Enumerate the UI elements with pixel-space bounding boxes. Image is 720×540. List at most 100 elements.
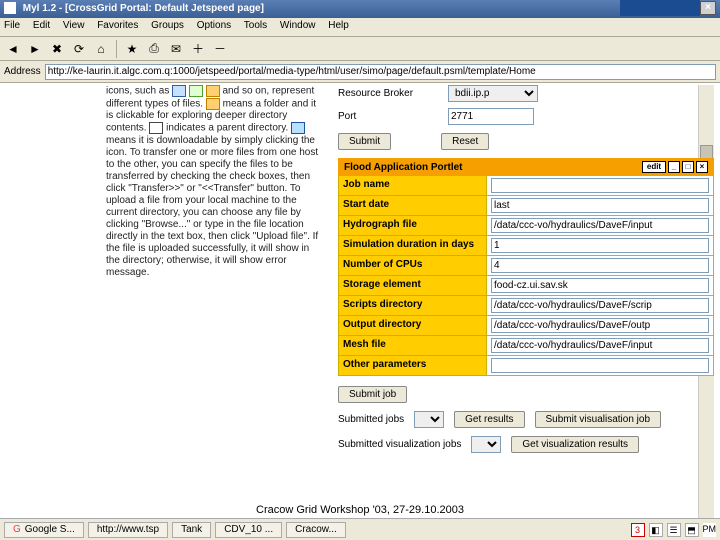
help-text: contents. bbox=[106, 123, 147, 134]
reload-icon[interactable]: ⟳ bbox=[70, 40, 88, 58]
cpus-label: Number of CPUs bbox=[339, 256, 487, 275]
other-label: Other parameters bbox=[339, 356, 487, 375]
startdate-label: Start date bbox=[339, 196, 487, 215]
mail-icon[interactable]: ✉ bbox=[167, 40, 185, 58]
broker-label: Resource Broker bbox=[338, 88, 448, 99]
app-icon bbox=[4, 2, 16, 14]
address-input[interactable] bbox=[45, 64, 716, 80]
help-text: different types of files. bbox=[106, 98, 203, 109]
zoomout-icon[interactable]: － bbox=[211, 40, 229, 58]
toolbar: ◄ ► ✖ ⟳ ⌂ ★ ⎙ ✉ ＋ － bbox=[0, 37, 720, 61]
scripts-label: Scripts directory bbox=[339, 296, 487, 315]
window-titlebar: Myl 1.2 - [CrossGrid Portal: Default Jet… bbox=[0, 0, 720, 18]
bookmark-icon[interactable]: ★ bbox=[123, 40, 141, 58]
print-icon[interactable]: ⎙ bbox=[145, 40, 163, 58]
mesh-input[interactable] bbox=[491, 338, 709, 353]
jobname-input[interactable] bbox=[491, 178, 709, 193]
address-bar: Address bbox=[0, 61, 720, 83]
download-icon bbox=[291, 122, 305, 134]
tray-icon[interactable]: ◧ bbox=[649, 523, 663, 537]
cpus-input[interactable] bbox=[491, 258, 709, 273]
hydrograph-input[interactable] bbox=[491, 218, 709, 233]
submit-vis-button[interactable]: Submit visualisation job bbox=[535, 411, 662, 428]
submit-job-button[interactable]: Submit job bbox=[338, 386, 407, 403]
mesh-label: Mesh file bbox=[339, 336, 487, 355]
startdate-input[interactable] bbox=[491, 198, 709, 213]
submit-button[interactable]: Submit bbox=[338, 133, 391, 150]
tray-clock: PM bbox=[703, 523, 717, 537]
submitted-vis-label: Submitted visualization jobs bbox=[338, 439, 461, 450]
portlet-max-icon[interactable]: □ bbox=[682, 161, 694, 173]
menu-edit[interactable]: Edit bbox=[33, 20, 50, 31]
menu-options[interactable]: Options bbox=[197, 20, 231, 31]
window-title: Myl 1.2 - [CrossGrid Portal: Default Jet… bbox=[23, 3, 264, 14]
reset-button[interactable]: Reset bbox=[441, 133, 489, 150]
storage-input[interactable] bbox=[491, 278, 709, 293]
broker-select[interactable]: bdii.ip.p bbox=[448, 85, 538, 102]
help-text: means it is downloadable by simply click… bbox=[106, 135, 318, 278]
right-panel: Resource Broker bdii.ip.p Port Submit Re… bbox=[338, 85, 714, 453]
jobname-label: Job name bbox=[339, 176, 487, 195]
submitted-jobs-label: Submitted jobs bbox=[338, 414, 404, 425]
task-button[interactable]: Cracow... bbox=[286, 522, 346, 538]
toolbar-separator bbox=[116, 40, 117, 58]
menu-help[interactable]: Help bbox=[328, 20, 349, 31]
output-label: Output directory bbox=[339, 316, 487, 335]
banner-decor bbox=[620, 0, 700, 16]
tray-alert-icon[interactable]: 3 bbox=[631, 523, 645, 537]
duration-input[interactable] bbox=[491, 238, 709, 253]
portlet-edit-button[interactable]: edit bbox=[642, 161, 666, 173]
task-button[interactable]: Tank bbox=[172, 522, 211, 538]
help-text: is clickable for exploring deeper direct… bbox=[106, 110, 287, 121]
tray-icon[interactable]: ⬒ bbox=[685, 523, 699, 537]
portlet-close-icon[interactable]: × bbox=[696, 161, 708, 173]
portlet-min-icon[interactable]: _ bbox=[668, 161, 680, 173]
task-button[interactable]: http://www.tsp bbox=[88, 522, 168, 538]
portlet-title: Flood Application Portlet bbox=[344, 162, 463, 173]
portlet-header: Flood Application Portlet edit _ □ × bbox=[338, 158, 714, 176]
stop-icon[interactable]: ✖ bbox=[48, 40, 66, 58]
close-button[interactable]: × bbox=[700, 1, 716, 15]
task-button[interactable]: CDV_10 ... bbox=[215, 522, 282, 538]
zoomin-icon[interactable]: ＋ bbox=[189, 40, 207, 58]
help-text: and so on, represent bbox=[223, 86, 315, 97]
submitted-vis-select[interactable] bbox=[471, 436, 501, 453]
folder-icon bbox=[206, 85, 220, 97]
menu-favorites[interactable]: Favorites bbox=[97, 20, 138, 31]
menu-file[interactable]: File bbox=[4, 20, 20, 31]
doc-icon bbox=[189, 85, 203, 97]
menu-groups[interactable]: Groups bbox=[151, 20, 184, 31]
scripts-input[interactable] bbox=[491, 298, 709, 313]
submitted-jobs-select[interactable] bbox=[414, 411, 444, 428]
menu-bar: File Edit View Favorites Groups Options … bbox=[0, 18, 720, 37]
tray-icon[interactable]: ☰ bbox=[667, 523, 681, 537]
other-input[interactable] bbox=[491, 358, 709, 373]
content-area: icons, such as and so on, represent diff… bbox=[6, 85, 714, 518]
duration-label: Simulation duration in days bbox=[339, 236, 487, 255]
system-tray: 3 ◧ ☰ ⬒ PM bbox=[631, 523, 717, 537]
hydrograph-label: Hydrograph file bbox=[339, 216, 487, 235]
forward-icon[interactable]: ► bbox=[26, 40, 44, 58]
storage-label: Storage element bbox=[339, 276, 487, 295]
help-text: means a folder and it bbox=[223, 98, 316, 109]
menu-view[interactable]: View bbox=[63, 20, 85, 31]
folder-icon bbox=[206, 98, 220, 110]
up-arrow-icon bbox=[149, 122, 163, 134]
menu-window[interactable]: Window bbox=[280, 20, 316, 31]
address-label: Address bbox=[4, 66, 41, 77]
help-text: indicates a parent directory. bbox=[166, 123, 288, 134]
slide-caption: Cracow Grid Workshop '03, 27-29.10.2003 bbox=[0, 504, 720, 516]
port-label: Port bbox=[338, 111, 448, 122]
back-icon[interactable]: ◄ bbox=[4, 40, 22, 58]
home-icon[interactable]: ⌂ bbox=[92, 40, 110, 58]
menu-tools[interactable]: Tools bbox=[244, 20, 267, 31]
port-input[interactable] bbox=[448, 108, 534, 125]
monitor-icon bbox=[172, 85, 186, 97]
get-results-button[interactable]: Get results bbox=[454, 411, 524, 428]
taskbar: GGoogle S... http://www.tsp Tank CDV_10 … bbox=[0, 518, 720, 540]
get-vis-results-button[interactable]: Get visualization results bbox=[511, 436, 639, 453]
help-text-block: icons, such as and so on, represent diff… bbox=[6, 85, 328, 279]
help-text: icons, such as bbox=[106, 86, 169, 97]
task-button[interactable]: GGoogle S... bbox=[4, 522, 84, 538]
output-input[interactable] bbox=[491, 318, 709, 333]
